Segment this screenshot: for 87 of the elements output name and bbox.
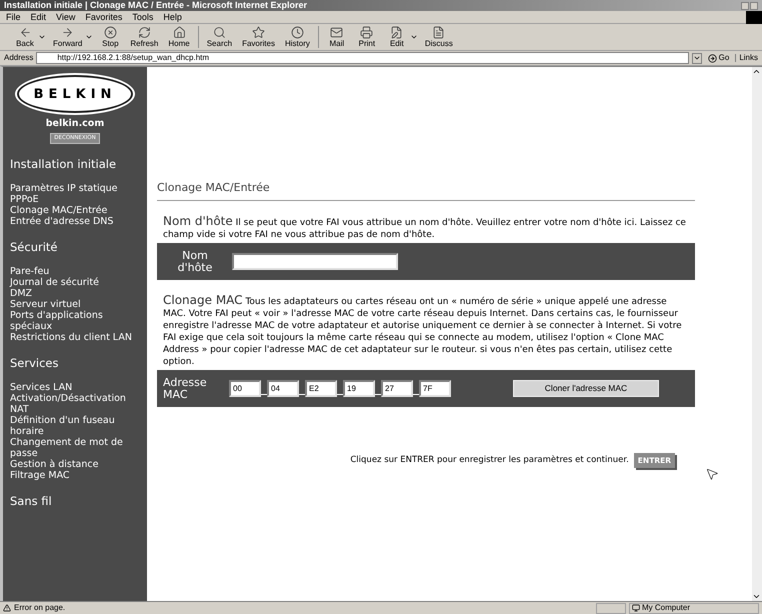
status-text: Error on page. xyxy=(14,604,66,612)
edit-document-icon xyxy=(390,26,404,38)
hostname-label: Nom d'hôte xyxy=(176,250,214,274)
search-icon xyxy=(212,26,226,38)
sidebar-link[interactable]: Paramètres IP statique xyxy=(10,183,136,194)
toolbar-button[interactable]: Mail xyxy=(322,26,352,48)
mac-octet-field[interactable]: 19 xyxy=(343,380,375,397)
sidebar-link[interactable]: PPPoE xyxy=(10,194,136,205)
back-arrow-icon xyxy=(18,26,32,38)
sidebar-link[interactable]: Restrictions du client LAN xyxy=(10,332,136,343)
toolbar-button[interactable]: Refresh xyxy=(125,26,164,48)
refresh-icon xyxy=(138,26,151,38)
sidebar-link[interactable]: Clonage MAC/Entrée xyxy=(10,205,136,216)
sidebar-link[interactable]: Pare-feu xyxy=(10,266,136,277)
sidebar-link[interactable]: DMZ xyxy=(10,288,136,299)
menu-item[interactable]: File xyxy=(6,12,21,22)
sidebar-heading: Installation initiale xyxy=(10,157,118,171)
address-label: Address xyxy=(4,54,34,62)
menu-item[interactable]: Help xyxy=(163,12,182,22)
sidebar-link[interactable]: Journal de sécurité xyxy=(10,277,136,288)
sidebar-link[interactable]: Filtrage MAC xyxy=(10,470,136,481)
sidebar-heading: Sécurité xyxy=(10,240,58,254)
mac-octet-field[interactable]: 04 xyxy=(267,380,299,397)
links-button[interactable]: Links xyxy=(735,54,758,62)
mouse-cursor-icon xyxy=(705,467,719,481)
toolbar-button[interactable]: Back xyxy=(10,26,40,48)
toolbar-button[interactable]: Search xyxy=(202,26,238,48)
toolbar-button[interactable]: Favorites xyxy=(237,26,280,48)
sidebar-link[interactable]: Services LAN xyxy=(10,382,136,393)
mac-octet-field[interactable]: E2 xyxy=(305,380,337,397)
menu-item[interactable]: Edit xyxy=(30,12,46,22)
page-title: Clonage MAC/Entrée xyxy=(157,181,271,194)
toolbar-button[interactable]: Forward xyxy=(48,26,88,48)
printer-icon xyxy=(360,26,374,38)
scroll-up-icon[interactable] xyxy=(752,67,761,76)
toolbar-button[interactable]: Discuss xyxy=(420,26,458,48)
site-link[interactable]: belkin.com xyxy=(46,119,104,128)
sidebar-link[interactable]: Entrée d'adresse DNS xyxy=(10,216,136,227)
status-panel xyxy=(596,602,626,614)
window-title: Installation initiale | Clonage MAC / Entrée - Microsoft Internet Explorer xyxy=(4,1,308,10)
mac-description: Clonage MAC Tous les adaptateurs ou cartes réseau ont un « numéro de série » unique appelé une adresse MAC. Votre FAI peut « voir » l'adresse MAC de votre carte réseau depuis Internet. Dans certains cas, le fournisseur enregistre l'adresse MAC de votre adaptateur et autorise uniquement ce dernier à se connecter à Internet. Si votre FAI exige que cela soit toujours la même carte réseau qui se connecte au modem, utilisez l'option « Clone MAC Address » pour copier l'adresse MAC de cet adaptateur sur le routeur. si vous n'en êtes pas certain, utilisez cette option. xyxy=(162,294,683,368)
mac-octet-field[interactable]: 7F xyxy=(419,380,451,397)
sidebar-heading: Sans fil xyxy=(10,494,53,508)
sidebar-link[interactable]: Gestion à distance xyxy=(10,459,136,470)
sidebar-link[interactable]: Serveur virtuel xyxy=(10,299,136,310)
menu-item[interactable]: Tools xyxy=(132,12,154,22)
minimize-button[interactable] xyxy=(741,2,749,10)
scrollbar[interactable] xyxy=(752,67,762,601)
mail-icon xyxy=(330,26,344,38)
sidebar-link[interactable]: Définition d'un fuseau horaire xyxy=(10,415,136,437)
menu-item[interactable]: View xyxy=(56,12,76,22)
zone-text: My Computer xyxy=(642,604,690,612)
dropdown-caret-icon[interactable] xyxy=(85,33,94,41)
menu-item[interactable]: Favorites xyxy=(85,12,122,22)
stop-icon xyxy=(104,26,117,38)
sidebar-link[interactable]: Ports d'applications spéciaux xyxy=(10,310,136,332)
hostname-field[interactable] xyxy=(232,253,398,270)
toolbar-button[interactable]: Stop xyxy=(95,26,126,48)
toolbar-button[interactable]: Edit xyxy=(382,26,412,48)
scroll-down-icon[interactable] xyxy=(752,592,761,601)
maximize-button[interactable] xyxy=(750,2,758,10)
mac-octet-field[interactable]: 27 xyxy=(381,380,413,397)
document-icon xyxy=(432,26,446,38)
dropdown-caret-icon xyxy=(692,54,701,62)
clone-mac-button[interactable]: Cloner l'adresse MAC xyxy=(513,380,659,397)
sidebar-link[interactable]: Changement de mot de passe xyxy=(10,437,136,459)
sidebar-heading: Services xyxy=(10,356,60,370)
toolbar-button[interactable]: Home xyxy=(163,26,195,48)
dropdown-caret-icon[interactable] xyxy=(38,33,46,41)
toolbar-button[interactable]: Print xyxy=(352,26,382,48)
clock-icon xyxy=(290,26,304,38)
hostname-description: Nom d'hôte Il se peut que votre FAI vous attribue un nom d'hôte. Veuillez entrer votre nom d'hôte ici. Laissez ce champ vide si votre FAI ne vous attribue pas de nom d'hôte. xyxy=(162,215,687,241)
mac-octet-field[interactable]: 00 xyxy=(229,380,261,397)
mac-label: Adresse MAC xyxy=(163,376,208,400)
address-dropdown-button[interactable] xyxy=(692,52,702,64)
toolbar-button[interactable]: History xyxy=(280,26,315,48)
forward-arrow-icon xyxy=(61,26,74,38)
go-button[interactable]: Go xyxy=(704,54,732,62)
computer-icon xyxy=(632,604,640,612)
belkin-logo: BELKIN xyxy=(17,75,133,113)
sidebar-link[interactable]: Activation/Désactivation NAT xyxy=(10,393,136,415)
warning-icon xyxy=(3,604,11,612)
home-icon xyxy=(172,26,186,38)
address-field[interactable]: http://192.168.2.1:88/setup_wan_dhcp.htm xyxy=(36,52,689,64)
save-instruction: Cliquez sur ENTRER pour enregistrer les paramètres et continuer. xyxy=(350,454,629,467)
star-icon xyxy=(252,26,266,38)
dropdown-caret-icon[interactable] xyxy=(410,33,418,41)
